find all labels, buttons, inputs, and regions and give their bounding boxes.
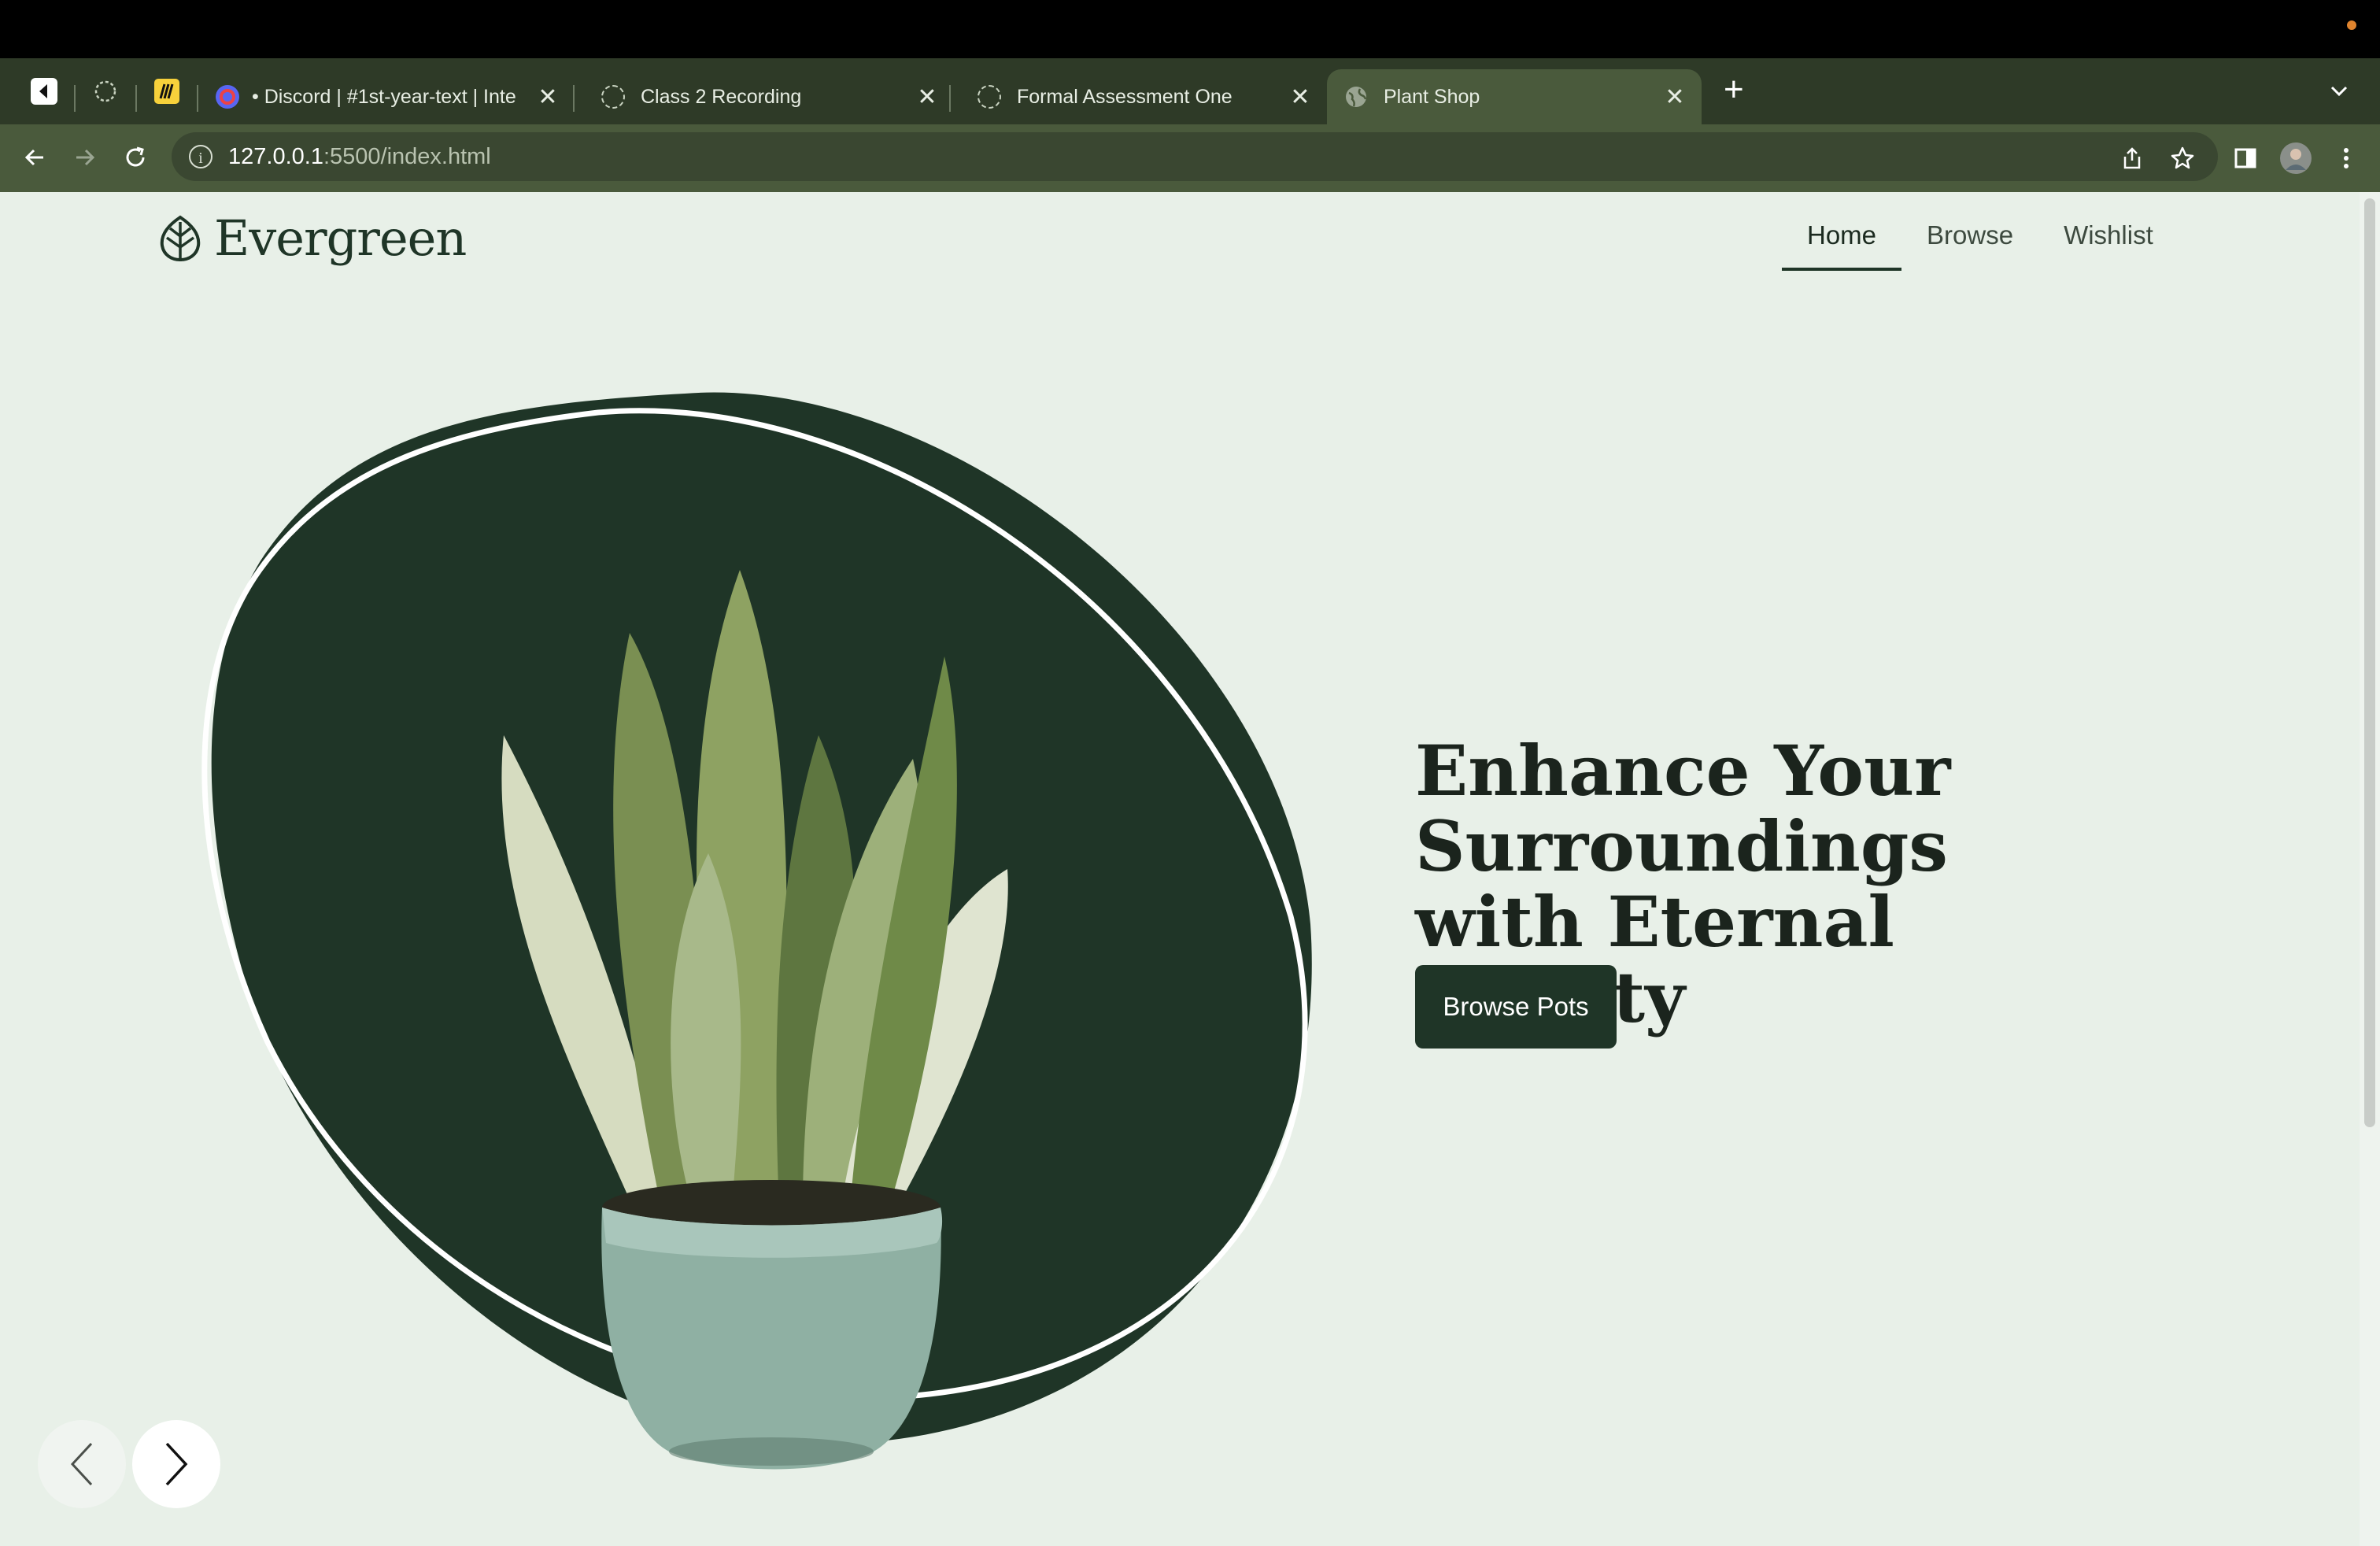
tab-label: Plant Shop: [1384, 85, 1480, 108]
hero-plant-illustration: [201, 392, 1312, 1470]
brand-name: Evergreen: [214, 209, 467, 267]
side-panel-icon[interactable]: [2227, 140, 2264, 176]
page-viewport: Evergreen Home Browse Wishlist Enhance Y…: [0, 192, 2380, 1546]
site-info-icon[interactable]: i: [189, 145, 213, 168]
tab-separator: [573, 85, 575, 112]
share-icon[interactable]: [2114, 140, 2150, 176]
loading-icon: [601, 85, 625, 109]
tab-strip: • Discord | #1st-year-text | Inte ✕ Clas…: [0, 58, 2380, 124]
page-scrollbar[interactable]: [2360, 192, 2380, 1546]
pinned-tab-miro-icon[interactable]: [150, 74, 184, 109]
browser-toolbar: i 127.0.0.1:5500/index.html: [0, 124, 2380, 192]
close-tab-icon[interactable]: ✕: [1659, 83, 1691, 111]
tab-label: Formal Assessment One: [1017, 85, 1232, 108]
chevron-right-icon: [165, 1442, 188, 1486]
browse-pots-button[interactable]: Browse Pots: [1415, 965, 1617, 1049]
profile-avatar[interactable]: [2278, 140, 2314, 176]
carousel-next-button[interactable]: [132, 1420, 220, 1508]
main-nav: Home Browse Wishlist: [1781, 220, 2204, 271]
pinned-tab-loading-icon[interactable]: [88, 74, 123, 109]
url-text[interactable]: 127.0.0.1:5500/index.html: [228, 144, 491, 170]
chevron-left-icon: [70, 1442, 93, 1486]
url-host: 127.0.0.1: [228, 143, 323, 169]
recording-indicator-icon: [2347, 20, 2356, 30]
back-arrow-icon[interactable]: [16, 139, 54, 176]
nav-home-link[interactable]: Home: [1781, 220, 1902, 271]
scrollbar-thumb[interactable]: [2364, 198, 2375, 1127]
tab-separator: [74, 85, 76, 112]
carousel-prev-button[interactable]: [38, 1420, 126, 1508]
close-tab-icon[interactable]: ✕: [532, 83, 564, 111]
site-logo[interactable]: Evergreen: [157, 209, 467, 267]
ceramic-pot: [601, 1180, 943, 1470]
menu-bar: [0, 0, 2380, 58]
loading-icon: [978, 85, 1001, 109]
close-tab-icon[interactable]: ✕: [911, 83, 943, 111]
nav-wishlist-link[interactable]: Wishlist: [2064, 220, 2153, 271]
globe-icon: [1346, 87, 1367, 107]
tab-search-chevron-icon[interactable]: [2330, 79, 2349, 103]
reload-icon[interactable]: [116, 139, 154, 176]
browser-menu-icon[interactable]: [2328, 140, 2364, 176]
new-tab-button[interactable]: +: [1724, 72, 1744, 107]
bookmark-star-icon[interactable]: [2164, 140, 2201, 176]
nav-browse-link[interactable]: Browse: [1927, 220, 2013, 271]
tab-label: Class 2 Recording: [641, 85, 802, 108]
tab-plant-shop[interactable]: Plant Shop ✕: [1327, 69, 1702, 124]
tab-formal-assessment[interactable]: Formal Assessment One ✕: [960, 69, 1327, 124]
tab-class-recording[interactable]: Class 2 Recording ✕: [584, 69, 954, 124]
tab-separator: [135, 85, 137, 112]
tab-label: • Discord | #1st-year-text | Inte: [252, 85, 516, 108]
discord-icon: [216, 85, 239, 109]
url-path: :5500/index.html: [323, 143, 491, 169]
tab-separator: [949, 85, 951, 112]
tab-discord[interactable]: • Discord | #1st-year-text | Inte ✕: [197, 69, 575, 124]
close-tab-icon[interactable]: ✕: [1284, 83, 1316, 111]
pinned-tab-back-app-icon[interactable]: [27, 74, 61, 109]
address-bar[interactable]: i 127.0.0.1:5500/index.html: [172, 132, 2218, 181]
forward-arrow-icon[interactable]: [66, 139, 104, 176]
leaf-logo-icon: [160, 215, 201, 261]
